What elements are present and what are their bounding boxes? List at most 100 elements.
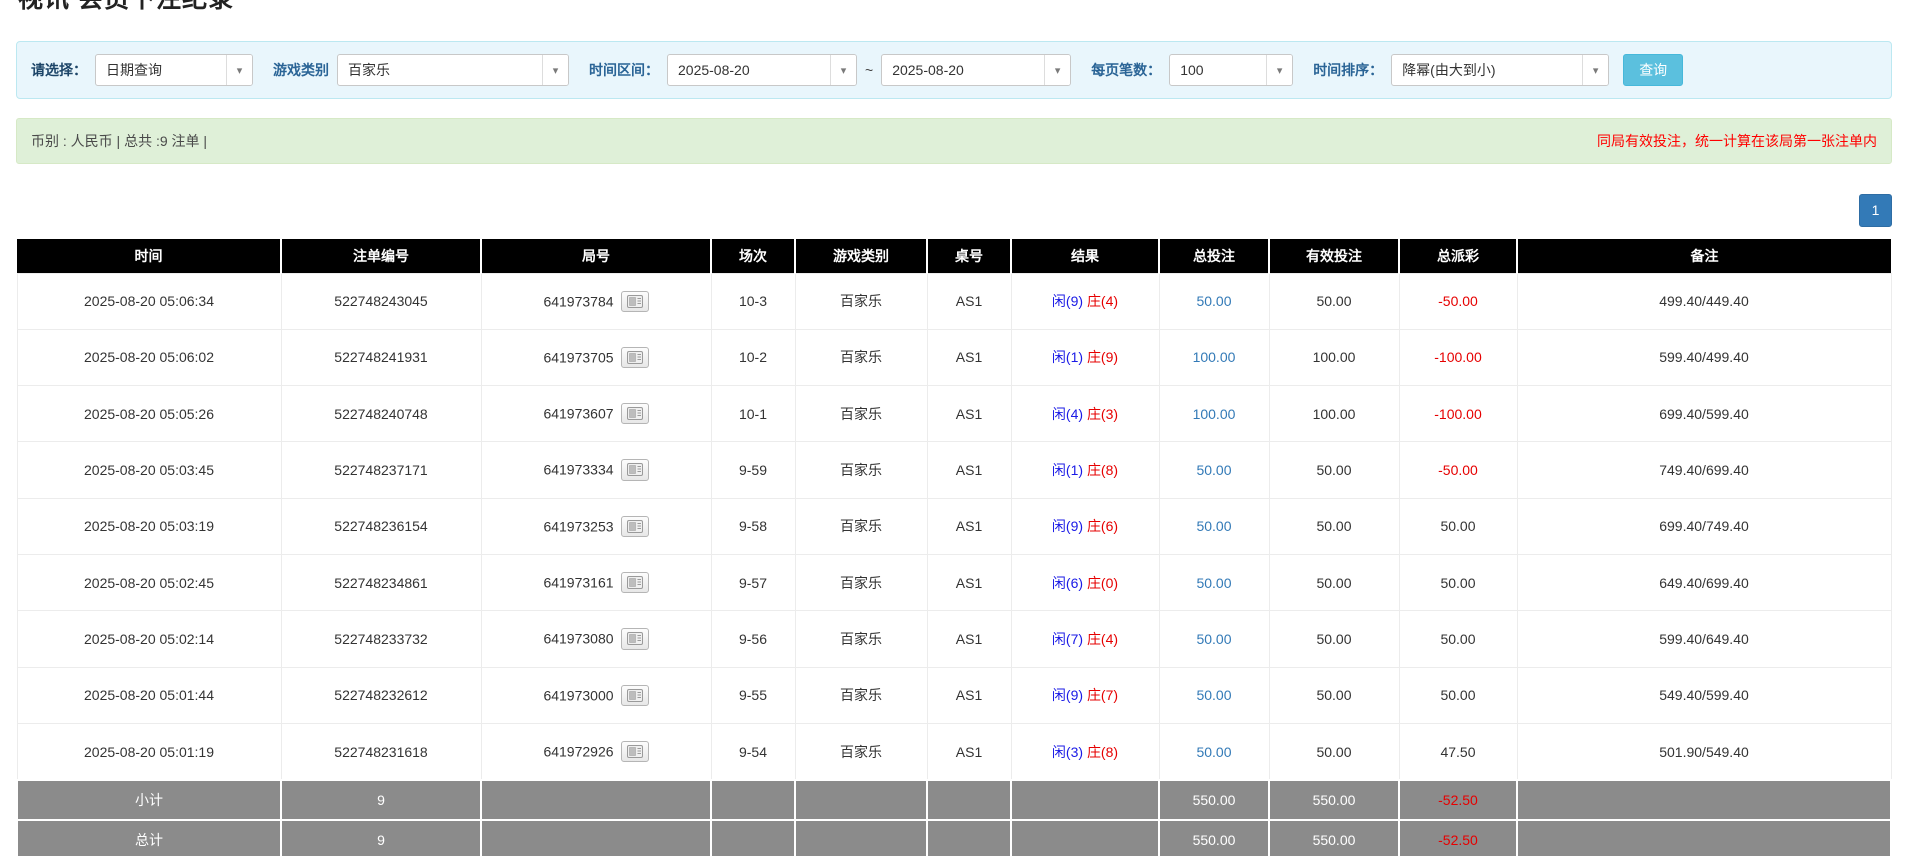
result-banker: 庄(4) (1087, 631, 1118, 647)
header-row: 时间 注单编号 局号 场次 游戏类别 桌号 结果 总投注 有效投注 总派彩 备注 (17, 239, 1891, 273)
cell-table-no: AS1 (927, 273, 1011, 329)
total-bet-link[interactable]: 50.00 (1196, 575, 1231, 591)
game-type-value[interactable]: 百家乐 (338, 55, 542, 85)
cell-session: 10-1 (711, 386, 795, 442)
total-row: 总计9550.00550.00-52.50 (17, 820, 1891, 856)
cell-total-bet: 100.00 (1159, 329, 1269, 385)
filter-bar: 请选择： 日期查询 ▾ 游戏类别 百家乐 ▾ 时间区间： 2025-08-20 … (16, 41, 1892, 99)
time-sort-label: 时间排序： (1313, 60, 1383, 80)
date-from-value[interactable]: 2025-08-20 (668, 55, 830, 85)
cell-valid-bet: 50.00 (1269, 724, 1399, 781)
total-bet-link[interactable]: 50.00 (1196, 518, 1231, 534)
round-number: 641972926 (543, 744, 613, 760)
chevron-down-icon[interactable]: ▾ (542, 55, 568, 85)
page-size-select[interactable]: 100 ▾ (1169, 54, 1293, 86)
round-detail-button[interactable] (621, 291, 649, 312)
col-header-total-bet: 总投注 (1159, 239, 1269, 273)
round-number: 641973080 (543, 631, 613, 647)
col-header-remark: 备注 (1517, 239, 1891, 273)
query-type-value[interactable]: 日期查询 (96, 55, 226, 85)
table-row: 2025-08-20 05:02:14522748233732 641973080… (17, 611, 1891, 667)
result-player: 闲(4) (1052, 406, 1083, 422)
time-sort-select[interactable]: 降幂(由大到小) ▾ (1391, 54, 1609, 86)
chevron-down-icon[interactable]: ▾ (1582, 55, 1608, 85)
round-detail-button[interactable] (621, 572, 649, 593)
total-bet-link[interactable]: 100.00 (1193, 406, 1236, 422)
query-type-select[interactable]: 日期查询 ▾ (95, 54, 253, 86)
cell-remark: 649.40/699.40 (1517, 555, 1891, 611)
cell-result: 闲(9) 庄(7) (1011, 667, 1159, 723)
cell-time: 2025-08-20 05:01:44 (17, 667, 281, 723)
cell-round: 641973705 (481, 329, 711, 385)
summary-label: 总计 (17, 820, 281, 856)
records-body: 2025-08-20 05:06:34522748243045641973784… (17, 273, 1891, 780)
round-detail-button[interactable] (621, 685, 649, 706)
chevron-down-icon[interactable]: ▾ (1266, 55, 1292, 85)
round-detail-button[interactable] (621, 628, 649, 649)
page-button-1[interactable]: 1 (1859, 194, 1892, 227)
result-banker: 庄(3) (1087, 406, 1118, 422)
search-button[interactable]: 查询 (1623, 54, 1683, 86)
date-to-input[interactable]: 2025-08-20 ▾ (881, 54, 1071, 86)
table-row: 2025-08-20 05:03:45522748237171641973334… (17, 442, 1891, 498)
summary-game-type (795, 820, 927, 856)
cell-total-bet: 50.00 (1159, 498, 1269, 554)
summary-round (481, 820, 711, 856)
summary-remark (1517, 780, 1891, 820)
cell-payout: 50.00 (1399, 667, 1517, 723)
result-player: 闲(9) (1052, 293, 1083, 309)
chevron-down-icon[interactable]: ▾ (226, 55, 252, 85)
summary-round (481, 780, 711, 820)
round-detail-button[interactable] (621, 741, 649, 762)
cell-result: 闲(1) 庄(8) (1011, 442, 1159, 498)
records-head: 时间 注单编号 局号 场次 游戏类别 桌号 结果 总投注 有效投注 总派彩 备注 (17, 239, 1891, 273)
round-detail-button[interactable] (621, 516, 649, 537)
result-banker: 庄(0) (1087, 575, 1118, 591)
time-sort-value[interactable]: 降幂(由大到小) (1392, 55, 1582, 85)
cell-remark: 749.40/699.40 (1517, 442, 1891, 498)
round-detail-button[interactable] (621, 347, 649, 368)
col-header-session: 场次 (711, 239, 795, 273)
cell-bet-id: 522748231618 (281, 724, 481, 781)
total-bet-link[interactable]: 50.00 (1196, 687, 1231, 703)
cell-time: 2025-08-20 05:02:14 (17, 611, 281, 667)
round-detail-button[interactable] (621, 459, 649, 480)
total-bet-link[interactable]: 50.00 (1196, 631, 1231, 647)
cell-bet-id: 522748237171 (281, 442, 481, 498)
cell-valid-bet: 100.00 (1269, 329, 1399, 385)
chevron-down-icon[interactable]: ▾ (830, 55, 856, 85)
date-to-value[interactable]: 2025-08-20 (882, 55, 1044, 85)
result-banker: 庄(4) (1087, 293, 1118, 309)
cell-bet-id: 522748233732 (281, 611, 481, 667)
game-type-select[interactable]: 百家乐 ▾ (337, 54, 569, 86)
date-from-input[interactable]: 2025-08-20 ▾ (667, 54, 857, 86)
cell-payout: 50.00 (1399, 498, 1517, 554)
summary-notice: 同局有效投注，统一计算在该局第一张注单内 (1597, 131, 1877, 151)
cell-game-type: 百家乐 (795, 442, 927, 498)
cell-payout: 47.50 (1399, 724, 1517, 781)
cell-session: 9-57 (711, 555, 795, 611)
total-bet-link[interactable]: 100.00 (1193, 349, 1236, 365)
round-detail-icon (627, 521, 643, 536)
summary-session (711, 780, 795, 820)
cell-session: 10-2 (711, 329, 795, 385)
cell-game-type: 百家乐 (795, 498, 927, 554)
total-bet-link[interactable]: 50.00 (1196, 744, 1231, 760)
table-row: 2025-08-20 05:05:26522748240748641973607… (17, 386, 1891, 442)
cell-total-bet: 50.00 (1159, 724, 1269, 781)
total-bet-link[interactable]: 50.00 (1196, 462, 1231, 478)
records-table: 时间 注单编号 局号 场次 游戏类别 桌号 结果 总投注 有效投注 总派彩 备注… (16, 239, 1892, 856)
cell-time: 2025-08-20 05:02:45 (17, 555, 281, 611)
cell-game-type: 百家乐 (795, 555, 927, 611)
cell-round: 641973253 (481, 498, 711, 554)
pagination-bar: 1 (16, 194, 1892, 227)
round-number: 641973000 (543, 687, 613, 703)
page-size-value[interactable]: 100 (1170, 55, 1266, 85)
date-range-label: 时间区间： (589, 60, 659, 80)
chevron-down-icon[interactable]: ▾ (1044, 55, 1070, 85)
page-title: 视讯 会员下注纪录 (18, 0, 1892, 15)
round-detail-icon (627, 577, 643, 592)
total-bet-link[interactable]: 50.00 (1196, 293, 1231, 309)
round-detail-button[interactable] (621, 403, 649, 424)
page-size-label: 每页笔数： (1091, 60, 1161, 80)
